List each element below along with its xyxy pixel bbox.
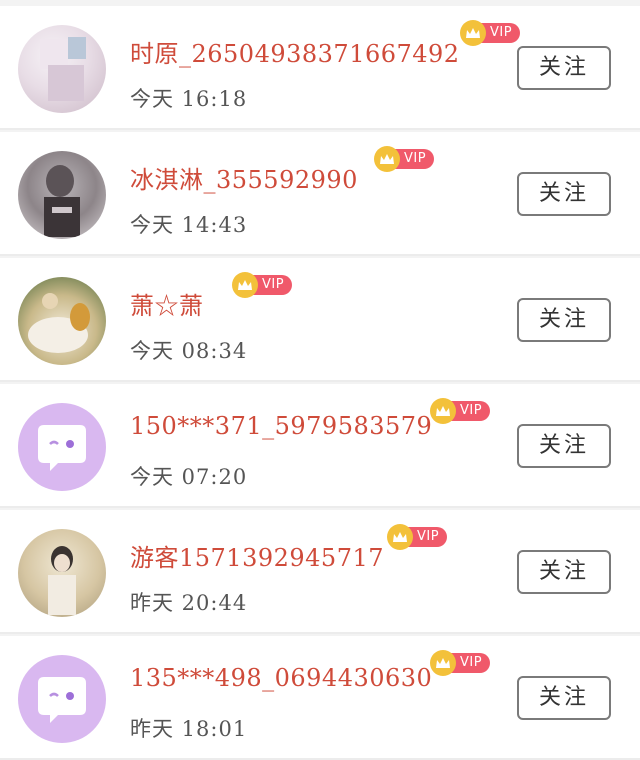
timestamp: 今天 08:34	[130, 339, 248, 363]
username[interactable]: 135***498_0694430630 VIP	[130, 650, 491, 692]
vip-badge: VIP	[232, 272, 293, 298]
timestamp: 今天 16:18	[130, 87, 248, 111]
list-item[interactable]: 萧☆萧 VIP 今天 08:34 关注	[0, 258, 640, 382]
username[interactable]: 150***371_5979583579 VIP	[130, 398, 491, 440]
follow-button[interactable]: 关注	[517, 676, 611, 720]
avatar[interactable]	[18, 403, 106, 491]
avatar[interactable]	[18, 151, 106, 239]
timestamp: 今天 07:20	[130, 465, 248, 489]
list-item[interactable]: 游客1571392945717 VIP 昨天 20:44 关注	[0, 510, 640, 634]
avatar-photo-icon	[40, 37, 86, 101]
crown-icon	[460, 20, 486, 46]
default-chat-avatar-icon	[38, 425, 86, 471]
vip-badge: VIP	[430, 398, 491, 424]
follow-button[interactable]: 关注	[517, 172, 611, 216]
crown-icon	[232, 272, 258, 298]
list-item[interactable]: 冰淇淋_355592990 VIP 今天 14:43 关注	[0, 132, 640, 256]
list-item[interactable]: 时原_26504938371667492 VIP 今天 16:18 关注	[0, 6, 640, 130]
follow-button[interactable]: 关注	[517, 298, 611, 342]
follow-button[interactable]: 关注	[517, 550, 611, 594]
follow-button[interactable]: 关注	[517, 46, 611, 90]
list-item[interactable]: 135***498_0694430630 VIP 昨天 18:01 关注	[0, 636, 640, 760]
avatar[interactable]	[18, 25, 106, 113]
crown-icon	[430, 398, 456, 424]
avatar[interactable]	[18, 277, 106, 365]
username[interactable]: 萧☆萧 VIP	[130, 272, 293, 321]
username[interactable]: 冰淇淋_355592990 VIP	[130, 146, 435, 195]
avatar-photo-icon	[48, 546, 76, 615]
avatar[interactable]	[18, 655, 106, 743]
crown-icon	[387, 524, 413, 550]
avatar-photo-icon	[28, 293, 90, 353]
follower-list: 时原_26504938371667492 VIP 今天 16:18 关注 冰淇淋…	[0, 0, 640, 760]
vip-badge: VIP	[460, 20, 521, 46]
vip-badge: VIP	[430, 650, 491, 676]
username[interactable]: 游客1571392945717 VIP	[130, 524, 448, 573]
timestamp: 昨天 20:44	[130, 591, 248, 615]
follow-button[interactable]: 关注	[517, 424, 611, 468]
timestamp: 昨天 18:01	[130, 717, 248, 741]
avatar[interactable]	[18, 529, 106, 617]
list-item[interactable]: 150***371_5979583579 VIP 今天 07:20 关注	[0, 384, 640, 508]
crown-icon	[374, 146, 400, 172]
default-chat-avatar-icon	[38, 677, 86, 723]
timestamp: 今天 14:43	[130, 213, 248, 237]
vip-badge: VIP	[387, 524, 448, 550]
vip-badge: VIP	[374, 146, 435, 172]
avatar-photo-icon	[44, 165, 80, 237]
username[interactable]: 时原_26504938371667492 VIP	[130, 20, 521, 69]
crown-icon	[430, 650, 456, 676]
